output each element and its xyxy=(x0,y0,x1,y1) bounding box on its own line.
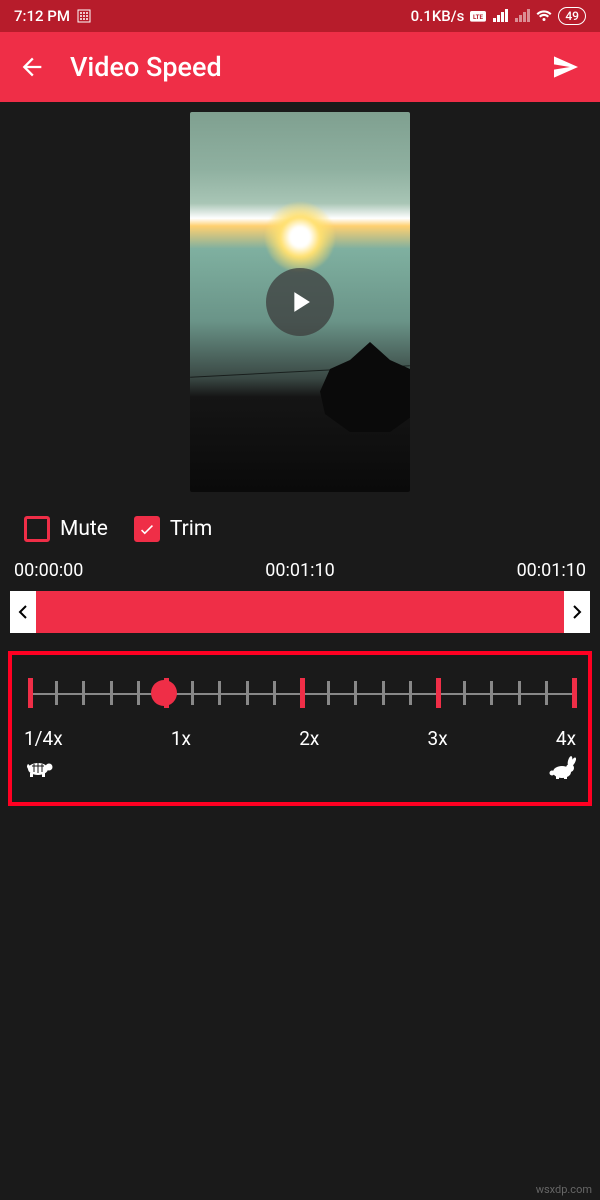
signal-2-icon xyxy=(514,8,530,24)
trim-label: Trim xyxy=(170,517,212,541)
speed-labels: 1/4x 1x 2x 3x 4x xyxy=(24,727,576,750)
speed-tick xyxy=(82,681,85,705)
video-preview[interactable] xyxy=(0,102,600,502)
send-button[interactable] xyxy=(550,51,582,83)
time-labels: 00:00:00 00:01:10 00:01:10 xyxy=(0,550,600,589)
trim-checkbox[interactable]: Trim xyxy=(134,516,212,542)
page-title: Video Speed xyxy=(70,51,526,83)
grid-icon xyxy=(76,8,92,24)
speed-tick xyxy=(137,681,140,705)
speed-tick xyxy=(382,681,385,705)
speed-tick xyxy=(110,681,113,705)
speed-label-0: 1/4x xyxy=(24,727,63,750)
rabbit-icon xyxy=(548,756,576,784)
signal-icon xyxy=(492,8,508,24)
speed-tick xyxy=(518,681,521,705)
chevron-left-icon xyxy=(18,605,28,619)
options-row: Mute Trim xyxy=(0,502,600,550)
trim-handle-left[interactable] xyxy=(10,591,36,633)
speed-label-1: 1x xyxy=(171,727,191,750)
speed-tick xyxy=(300,678,305,708)
turtle-icon xyxy=(24,756,54,784)
chevron-right-icon xyxy=(572,605,582,619)
play-button[interactable] xyxy=(266,268,334,336)
speed-tick xyxy=(246,681,249,705)
speed-tick xyxy=(490,681,493,705)
battery-indicator: 49 xyxy=(558,7,586,25)
wifi-icon xyxy=(536,8,552,24)
trim-handle-right[interactable] xyxy=(564,591,590,633)
speed-tick xyxy=(463,681,466,705)
speed-tick xyxy=(327,681,330,705)
speed-tick xyxy=(273,681,276,705)
status-bar: 7:12 PM 0.1KB/s LTE 49 xyxy=(0,0,600,32)
speed-tick xyxy=(545,681,548,705)
mute-checkbox[interactable]: Mute xyxy=(24,516,108,542)
status-time: 7:12 PM xyxy=(14,7,70,25)
speed-tick xyxy=(354,681,357,705)
watermark: wsxdp.com xyxy=(536,1183,592,1196)
network-speed: 0.1KB/s xyxy=(411,7,465,25)
speed-label-3: 3x xyxy=(428,727,448,750)
check-icon xyxy=(138,520,156,538)
speed-tick xyxy=(572,678,577,708)
time-end: 00:01:10 xyxy=(517,560,586,581)
speed-tick xyxy=(436,678,441,708)
checkbox-box-checked xyxy=(134,516,160,542)
mute-label: Mute xyxy=(60,517,108,541)
speed-tick xyxy=(409,681,412,705)
speed-thumb[interactable] xyxy=(151,680,177,706)
back-button[interactable] xyxy=(18,53,46,81)
svg-text:LTE: LTE xyxy=(473,13,484,21)
speed-tick xyxy=(28,678,33,708)
trim-track[interactable] xyxy=(36,591,564,633)
trim-slider[interactable] xyxy=(10,591,590,633)
speed-tick xyxy=(218,681,221,705)
speed-panel: 1/4x 1x 2x 3x 4x xyxy=(8,651,592,806)
time-current: 00:01:10 xyxy=(265,560,334,581)
app-bar: Video Speed xyxy=(0,32,600,102)
speed-tick xyxy=(191,681,194,705)
volte-icon: LTE xyxy=(470,8,486,24)
speed-label-2: 2x xyxy=(299,727,319,750)
time-start: 00:00:00 xyxy=(14,560,83,581)
speed-tick xyxy=(55,681,58,705)
speed-label-4: 4x xyxy=(556,727,576,750)
speed-slider[interactable] xyxy=(28,673,572,713)
checkbox-box xyxy=(24,516,50,542)
